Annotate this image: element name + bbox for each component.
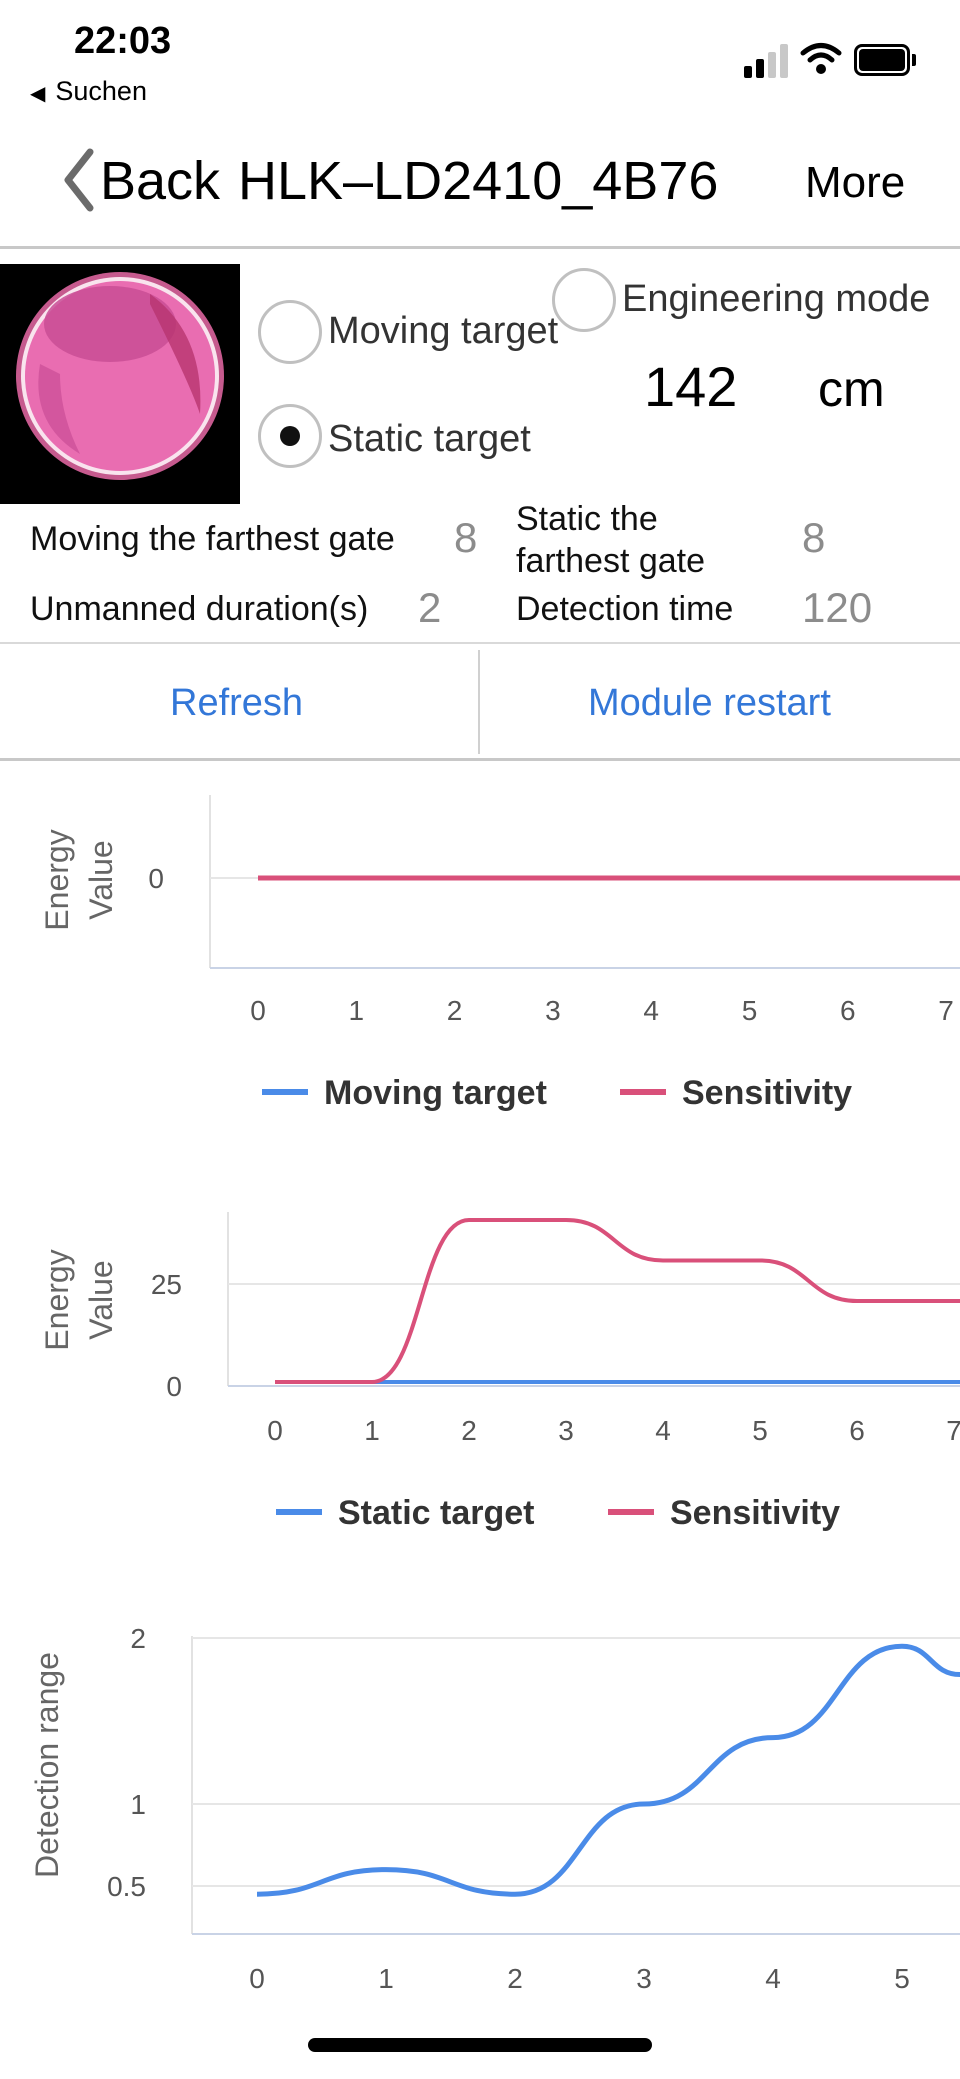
x-tick-label: 7 bbox=[946, 1415, 960, 1446]
x-tick-label: 5 bbox=[752, 1415, 768, 1446]
x-tick-label: 2 bbox=[447, 995, 463, 1026]
x-tick-label: 3 bbox=[558, 1415, 574, 1446]
y-tick-label: 25 bbox=[151, 1269, 182, 1300]
x-tick-label: 1 bbox=[378, 1963, 394, 1994]
y-axis-label: Value bbox=[83, 840, 119, 919]
home-indicator[interactable] bbox=[308, 2038, 652, 2052]
x-tick-label: 2 bbox=[461, 1415, 477, 1446]
series-line-sensitivity bbox=[275, 1217, 960, 1385]
energy-static-chart: Energy Value 0 25 0 1 2 3 4 5 6 7 Static target Sensi… bbox=[39, 1212, 960, 1532]
legend-label: Static target bbox=[338, 1494, 535, 1532]
y-tick-label: 0.5 bbox=[107, 1871, 146, 1902]
x-tick-label: 4 bbox=[655, 1415, 671, 1446]
x-tick-label: 2 bbox=[507, 1963, 523, 1994]
charts-area: Energy Value 00 1 2 3 4 5 6 7Moving target Sensiti… bbox=[29, 795, 960, 1994]
energy-moving-chart: Energy Value 0 0 1 2 3 4 5 6 7 Moving target Sensiti… bbox=[39, 795, 960, 1112]
x-tick-label: 4 bbox=[643, 995, 659, 1026]
x-tick-label: 6 bbox=[849, 1415, 865, 1446]
x-tick-label: 5 bbox=[894, 1963, 910, 1994]
x-tick-label: 4 bbox=[765, 1963, 781, 1994]
series-line-detection-range bbox=[256, 1643, 960, 1897]
y-tick-label: 2 bbox=[130, 1623, 146, 1654]
y-axis-label: Energy bbox=[39, 829, 75, 930]
legend-label: Sensitivity bbox=[670, 1494, 840, 1532]
x-tick-label: 3 bbox=[545, 995, 561, 1026]
y-tick-label: 0 bbox=[166, 1371, 182, 1402]
x-tick-label: 7 bbox=[938, 995, 954, 1026]
x-tick-label: 0 bbox=[249, 1963, 265, 1994]
y-axis-label: Value bbox=[83, 1260, 119, 1339]
x-tick-label: 1 bbox=[364, 1415, 380, 1446]
x-tick-label: 0 bbox=[267, 1415, 283, 1446]
detection-range-chart: 0.5 1 2 Detection range 0 1 2 3 4 5 bbox=[29, 1623, 960, 1994]
y-axis-label: Detection range bbox=[29, 1652, 65, 1878]
x-tick-label: 3 bbox=[636, 1963, 652, 1994]
legend-label: Sensitivity bbox=[682, 1074, 852, 1112]
y-axis-label: Energy bbox=[39, 1249, 75, 1350]
x-tick-label: 0 bbox=[250, 995, 266, 1026]
x-tick-label: 1 bbox=[349, 995, 365, 1026]
x-tick-label: 5 bbox=[742, 995, 758, 1026]
legend-label: Moving target bbox=[324, 1074, 547, 1112]
y-tick-label: 0 bbox=[148, 863, 164, 894]
y-tick-label: 1 bbox=[130, 1789, 146, 1820]
x-tick-label: 6 bbox=[840, 995, 856, 1026]
